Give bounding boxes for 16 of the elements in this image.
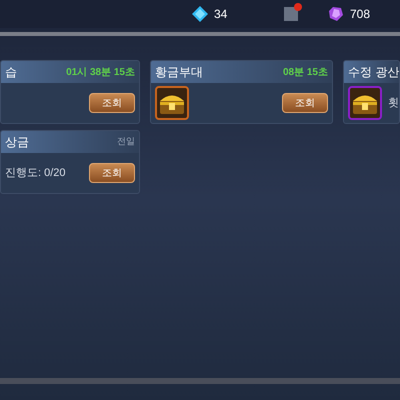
- currency-amount: 34: [214, 6, 228, 23]
- crystal-icon: [328, 6, 344, 22]
- card-title: 습: [5, 64, 17, 81]
- countdown-timer: 08분 15초: [282, 66, 328, 80]
- view-button[interactable]: 조회: [282, 93, 328, 113]
- diamond-icon: [192, 6, 208, 22]
- view-button[interactable]: 조회: [89, 93, 135, 113]
- card-title: 상금: [5, 134, 29, 151]
- currency-amount: 708: [350, 6, 372, 23]
- view-button[interactable]: 조회: [89, 163, 135, 183]
- card-title: 수정 광산: [348, 64, 399, 81]
- card-title: 황금부대: [155, 64, 203, 81]
- info-text: 횟: [388, 96, 399, 111]
- period-label: 전일: [117, 135, 135, 148]
- countdown-timer: 01시 38분 15초: [66, 66, 135, 80]
- info-text: 진행도: 0/20: [5, 166, 66, 181]
